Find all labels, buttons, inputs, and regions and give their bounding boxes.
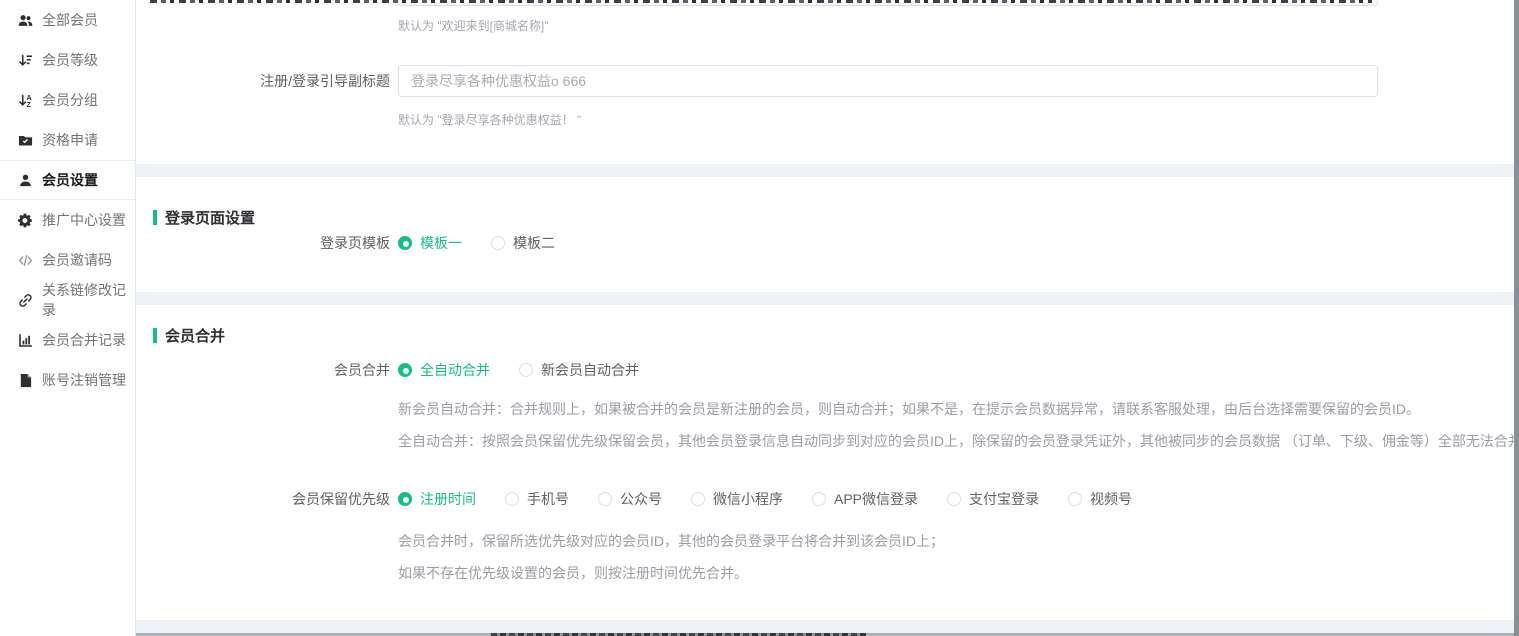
merge-description-1: 新会员自动合并：合并规则上，如果被合并的会员是新注册的会员，则自动合并；如果不是…: [398, 399, 1500, 419]
merge-description-2: 全自动合并：按照会员保留优先级保留会员，其他会员登录信息自动同步到对应的会员ID…: [398, 431, 1500, 451]
radio-icon: [812, 492, 826, 506]
register-login-guide-card: 默认为 "欢迎来到[商城名称]" 注册/登录引导副标题 默认为 "登录尽享各种优…: [136, 0, 1514, 164]
radio-option[interactable]: 注册时间: [398, 489, 476, 509]
sidebar-item-label: 会员合并记录: [42, 330, 126, 350]
radio-label: 支付宝登录: [969, 489, 1039, 509]
retain-priority-row: 会员保留优先级 注册时间 手机号 公众号: [136, 483, 1514, 515]
radio-icon: [947, 492, 961, 506]
code-icon: [18, 253, 33, 268]
sidebar-item-label: 关系链修改记录: [42, 280, 135, 320]
merge-mode-radio-group: 全自动合并 新会员自动合并: [398, 360, 639, 380]
radio-label: 全自动合并: [420, 360, 490, 380]
radio-icon: [519, 363, 533, 377]
subtitle-row: 注册/登录引导副标题: [136, 65, 1514, 97]
login-template-row: 登录页模板 模板一 模板二: [136, 227, 1514, 259]
svg-text:Z: Z: [26, 102, 31, 108]
radio-option[interactable]: 全自动合并: [398, 360, 490, 380]
sidebar-item[interactable]: 会员等级: [0, 40, 135, 80]
radio-label: APP微信登录: [834, 489, 918, 509]
sidebar-item[interactable]: 会员设置: [0, 160, 135, 200]
subtitle-field-label: 注册/登录引导副标题: [136, 71, 390, 91]
sidebar-item[interactable]: AZ 会员分组: [0, 80, 135, 120]
subtitle-hint: 默认为 "登录尽享各种优惠权益！ ": [398, 111, 581, 128]
retain-priority-label: 会员保留优先级: [136, 489, 390, 509]
sort-alpha-down-icon: AZ: [18, 93, 33, 108]
sidebar-item[interactable]: 账号注销管理: [0, 360, 135, 400]
cutoff-previous-input: [398, 0, 1378, 6]
radio-option[interactable]: 模板二: [491, 233, 555, 253]
sidebar-item[interactable]: 会员合并记录: [0, 320, 135, 360]
window-right-edge: [1514, 0, 1519, 636]
retain-priority-radio-group: 注册时间 手机号 公众号 微信小程序: [398, 489, 1132, 509]
sidebar-item-label: 会员等级: [42, 50, 98, 70]
section-accent-bar: [153, 210, 157, 225]
bar-chart-icon: [18, 333, 33, 348]
radio-icon: [491, 236, 505, 250]
section-title-text: 登录页面设置: [165, 207, 255, 228]
radio-label: 手机号: [527, 489, 569, 509]
sidebar-item-label: 资格申请: [42, 130, 98, 150]
radio-icon: [598, 492, 612, 506]
radio-label: 微信小程序: [713, 489, 783, 509]
guide-title-hint: 默认为 "欢迎来到[商城名称]": [398, 17, 549, 34]
radio-icon: [398, 363, 412, 377]
radio-option[interactable]: 微信小程序: [691, 489, 783, 509]
section-title-text: 会员合并: [165, 325, 225, 346]
users-icon: [18, 13, 33, 28]
radio-option[interactable]: 模板一: [398, 233, 462, 253]
radio-label: 注册时间: [420, 489, 476, 509]
login-template-radio-group: 模板一 模板二: [398, 233, 555, 253]
gear-icon: [18, 213, 33, 228]
subtitle-input[interactable]: [398, 65, 1378, 97]
radio-option[interactable]: 公众号: [598, 489, 662, 509]
radio-option[interactable]: 新会员自动合并: [519, 360, 639, 380]
sidebar-item[interactable]: 会员邀请码: [0, 240, 135, 280]
radio-label: 新会员自动合并: [541, 360, 639, 380]
sidebar: 全部会员 会员等级 AZ 会员分组 资格申请 会员设置 推广中心设置 会员邀请码: [0, 0, 136, 636]
user-icon: [18, 173, 33, 188]
sidebar-item[interactable]: 资格申请: [0, 120, 135, 160]
sort-numeric-down-icon: [18, 53, 33, 68]
merge-mode-row: 会员合并 全自动合并 新会员自动合并: [136, 354, 1514, 386]
radio-option[interactable]: APP微信登录: [812, 489, 918, 509]
sidebar-item-label: 会员邀请码: [42, 250, 112, 270]
login-template-label: 登录页模板: [136, 233, 390, 253]
member-merge-card: 会员合并 会员合并 全自动合并 新会员自动合并 新会员自动合并：合并规则上，: [136, 305, 1514, 620]
main-content: 默认为 "欢迎来到[商城名称]" 注册/登录引导副标题 默认为 "登录尽享各种优…: [136, 0, 1514, 636]
radio-label: 模板一: [420, 233, 462, 253]
radio-icon: [505, 492, 519, 506]
radio-option[interactable]: 视频号: [1068, 489, 1132, 509]
sidebar-item-label: 会员设置: [42, 170, 98, 190]
login-page-settings-card: 登录页面设置 登录页模板 模板一 模板二: [136, 177, 1514, 292]
sidebar-item[interactable]: 全部会员: [0, 0, 135, 40]
radio-option[interactable]: 手机号: [505, 489, 569, 509]
link-icon: [18, 293, 33, 308]
radio-icon: [691, 492, 705, 506]
radio-label: 视频号: [1090, 489, 1132, 509]
login-page-section-title: 登录页面设置: [153, 207, 255, 228]
radio-icon: [398, 236, 412, 250]
radio-option[interactable]: 支付宝登录: [947, 489, 1039, 509]
sidebar-item-label: 会员分组: [42, 90, 98, 110]
radio-icon: [1068, 492, 1082, 506]
priority-description-2: 如果不存在优先级设置的会员，则按注册时间优先合并。: [398, 563, 1500, 583]
merge-mode-label: 会员合并: [136, 360, 390, 380]
member-merge-section-title: 会员合并: [153, 325, 225, 346]
section-accent-bar: [153, 328, 157, 343]
priority-description-1: 会员合并时，保留所选优先级对应的会员ID，其他的会员登录平台将合并到该会员ID上…: [398, 531, 1500, 551]
folder-check-icon: [18, 133, 33, 148]
sidebar-item-label: 全部会员: [42, 10, 98, 30]
radio-label: 公众号: [620, 489, 662, 509]
sidebar-item[interactable]: 推广中心设置: [0, 200, 135, 240]
sidebar-item-label: 推广中心设置: [42, 210, 126, 230]
svg-text:A: A: [26, 94, 31, 101]
radio-icon: [398, 492, 412, 506]
file-icon: [18, 373, 33, 388]
sidebar-item-label: 账号注销管理: [42, 370, 126, 390]
radio-label: 模板二: [513, 233, 555, 253]
sidebar-item[interactable]: 关系链修改记录: [0, 280, 135, 320]
